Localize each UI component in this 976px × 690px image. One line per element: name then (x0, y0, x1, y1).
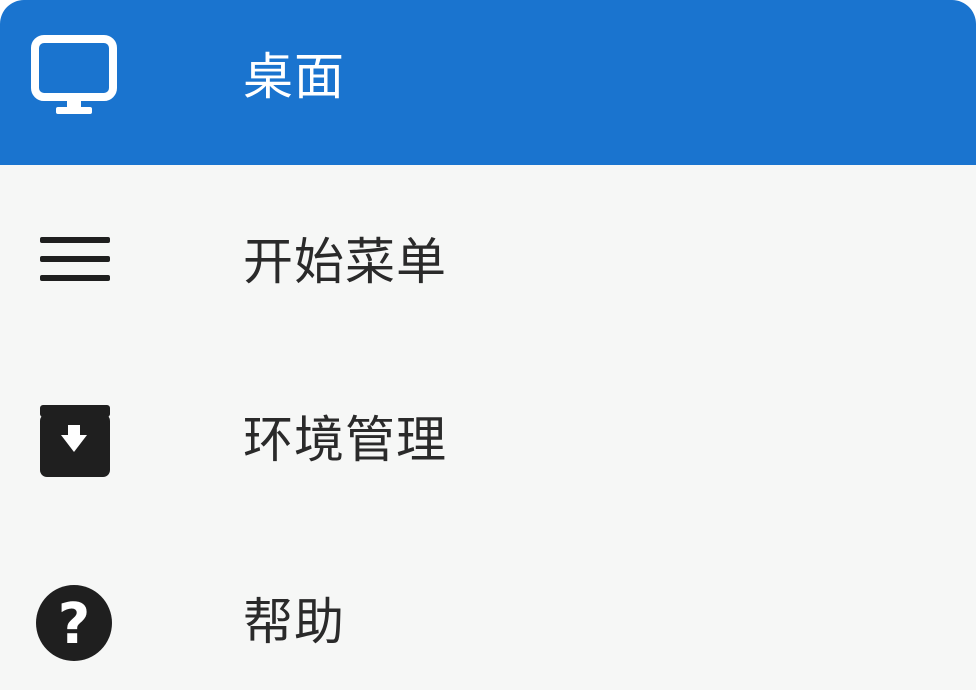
help-circle-icon: ? (30, 577, 118, 665)
menu-item-environment-management[interactable]: 环境管理 (0, 355, 976, 535)
menu-item-help[interactable]: ? 帮助 (0, 535, 976, 690)
menu-item-label: 桌面 (243, 48, 345, 106)
archive-download-icon (30, 397, 118, 485)
menu-item-start-menu[interactable]: 开始菜单 (0, 165, 976, 355)
menu-item-label: 开始菜单 (243, 233, 447, 291)
menu-item-label: 环境管理 (243, 411, 447, 469)
monitor-icon (30, 32, 118, 120)
hamburger-menu-icon (30, 217, 118, 305)
menu-item-desktop[interactable]: 桌面 (0, 0, 976, 165)
svg-text:?: ? (58, 592, 90, 657)
menu-item-label: 帮助 (243, 593, 345, 651)
navigation-menu: 桌面 开始菜单 环境管理 ? 帮助 (0, 0, 976, 690)
